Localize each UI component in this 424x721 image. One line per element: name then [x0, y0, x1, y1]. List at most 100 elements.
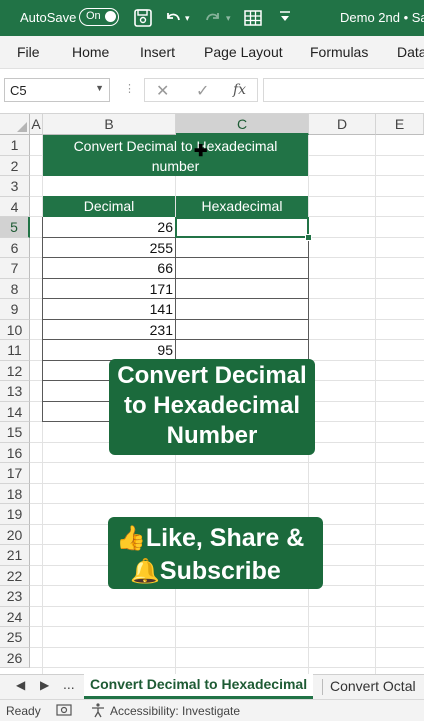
gridline: [30, 605, 424, 607]
decimal-cell[interactable]: 66: [42, 258, 176, 279]
customize-icon[interactable]: [278, 7, 298, 27]
row-header-23[interactable]: 23: [0, 586, 30, 607]
row-header-16[interactable]: 16: [0, 442, 30, 463]
decimal-cell[interactable]: 255: [42, 237, 176, 258]
macro-recording-icon[interactable]: [56, 702, 72, 721]
row-header-11[interactable]: 11: [0, 340, 30, 361]
row-header-26[interactable]: 26: [0, 647, 30, 668]
promo-line-3: Number: [166, 422, 258, 449]
save-icon[interactable]: [133, 8, 153, 28]
decimal-cell[interactable]: 95: [42, 340, 176, 361]
status-bar: Ready Accessibility: Investigate: [0, 699, 424, 721]
row-header-20[interactable]: 20: [0, 524, 30, 545]
hexadecimal-cell[interactable]: [175, 299, 309, 320]
row-header-22[interactable]: 22: [0, 565, 30, 586]
redo-icon[interactable]: [203, 8, 223, 28]
row-header-21[interactable]: 21: [0, 545, 30, 566]
thumbs-up-icon: 👍: [116, 525, 146, 552]
formula-buttons: ✕ ✓ fx: [144, 78, 258, 102]
ribbon-tabs: File Home Insert Page Layout Formulas Da…: [0, 36, 424, 69]
tab-data[interactable]: Data: [397, 44, 424, 60]
decimal-cell[interactable]: 171: [42, 278, 176, 299]
row-header-12[interactable]: 12: [0, 360, 30, 381]
row-header-4[interactable]: 4: [0, 196, 30, 217]
gridline: [30, 667, 424, 668]
insert-function-icon[interactable]: fx: [233, 82, 246, 98]
accessibility-icon[interactable]: [90, 702, 106, 721]
prev-sheet-icon[interactable]: ◀: [16, 678, 25, 692]
title-line-2: number: [151, 157, 200, 174]
column-header-a[interactable]: A: [30, 114, 43, 135]
hexadecimal-cell[interactable]: [175, 258, 309, 279]
row-header-1[interactable]: 1: [0, 135, 30, 156]
tab-insert[interactable]: Insert: [140, 44, 175, 60]
name-box[interactable]: C5 ▼: [4, 78, 110, 102]
autosave-toggle[interactable]: On: [79, 8, 119, 26]
fill-handle[interactable]: [305, 233, 312, 241]
chevron-down-icon[interactable]: ▼: [95, 83, 104, 93]
column-header-b[interactable]: B: [43, 114, 176, 135]
row-header-19[interactable]: 19: [0, 504, 30, 525]
status-ready: Ready: [6, 704, 41, 718]
row-header-5[interactable]: 5: [0, 217, 30, 238]
row-header-3[interactable]: 3: [0, 176, 30, 197]
row-header-7[interactable]: 7: [0, 258, 30, 279]
toggle-state-label: On: [86, 10, 101, 22]
promo-line-2: to Hexadecimal: [123, 392, 301, 419]
tab-formulas[interactable]: Formulas: [310, 44, 368, 60]
name-box-value: C5: [10, 83, 27, 98]
title-cell[interactable]: Convert Decimal to Hexadecimal number: [43, 134, 308, 176]
header-hexadecimal[interactable]: Hexadecimal: [176, 196, 308, 217]
row-header-9[interactable]: 9: [0, 299, 30, 320]
sheet-tab-active[interactable]: Convert Decimal to Hexadecimal: [84, 674, 314, 699]
undo-dropdown-icon[interactable]: ▾: [185, 13, 205, 33]
row-header-10[interactable]: 10: [0, 319, 30, 340]
hexadecimal-cell[interactable]: [175, 278, 309, 299]
row-header-13[interactable]: 13: [0, 381, 30, 402]
cancel-icon[interactable]: ✕: [156, 81, 169, 101]
more-sheets-button[interactable]: ...: [63, 676, 75, 692]
column-header-c[interactable]: C: [176, 114, 309, 135]
hexadecimal-cell[interactable]: [175, 340, 309, 361]
decimal-cell[interactable]: 26: [42, 217, 176, 238]
row-header-8[interactable]: 8: [0, 278, 30, 299]
column-header-e[interactable]: E: [376, 114, 424, 135]
formula-input[interactable]: [263, 78, 424, 102]
document-title: Demo 2nd • Sa: [340, 10, 424, 25]
accessibility-status[interactable]: Accessibility: Investigate: [110, 704, 240, 718]
row-header-14[interactable]: 14: [0, 401, 30, 422]
enter-icon[interactable]: ✓: [196, 81, 209, 101]
hexadecimal-cell[interactable]: [175, 237, 309, 258]
sheet-tab-convert-octal[interactable]: Convert Octal: [330, 678, 416, 694]
row-header-24[interactable]: 24: [0, 606, 30, 627]
gridline: [30, 503, 424, 504]
undo-icon[interactable]: [163, 8, 183, 28]
gridline: [30, 482, 424, 484]
drag-handle-icon[interactable]: ⋮: [124, 82, 135, 95]
active-cell-c5[interactable]: [175, 216, 309, 238]
tab-page-layout[interactable]: Page Layout: [204, 44, 283, 60]
title-bar: AutoSave On ▾ ▾ Demo 2nd • Sa: [0, 0, 424, 36]
row-header-17[interactable]: 17: [0, 463, 30, 484]
tab-home[interactable]: Home: [72, 44, 109, 60]
row-header-18[interactable]: 18: [0, 483, 30, 504]
cta-line-1: Like, Share &: [145, 524, 305, 552]
decimal-cell[interactable]: 231: [42, 319, 176, 340]
tab-file[interactable]: File: [17, 44, 40, 60]
tab-divider: [322, 679, 323, 695]
column-header-d[interactable]: D: [309, 114, 376, 135]
bell-icon: 🔔: [130, 558, 160, 585]
row-header-25[interactable]: 25: [0, 627, 30, 648]
sheet-tab-bar: ◀ ▶ ... Convert Decimal to Hexadecimal C…: [0, 674, 424, 699]
cta-banner: 👍Like, Share & 🔔Subscribe: [108, 517, 323, 589]
table-icon[interactable]: [243, 8, 263, 28]
next-sheet-icon[interactable]: ▶: [40, 678, 49, 692]
hexadecimal-cell[interactable]: [175, 319, 309, 340]
row-header-15[interactable]: 15: [0, 422, 30, 443]
decimal-cell[interactable]: 141: [42, 299, 176, 320]
row-header-2[interactable]: 2: [0, 155, 30, 176]
promo-line-1: Convert Decimal: [117, 362, 307, 389]
select-all-button[interactable]: [0, 114, 30, 135]
header-decimal[interactable]: Decimal: [43, 196, 175, 217]
row-header-6[interactable]: 6: [0, 237, 30, 258]
